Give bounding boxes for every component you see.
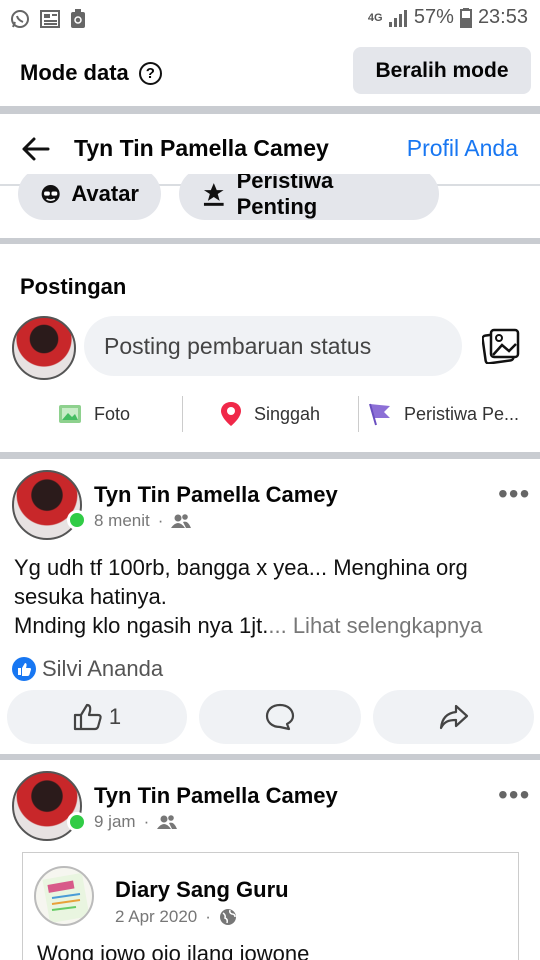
data-mode-title: Mode data (20, 60, 129, 85)
reaction-name: Silvi Ananda (42, 656, 164, 681)
news-icon (40, 10, 60, 28)
share-icon (439, 704, 468, 730)
life-event-icon (203, 183, 224, 206)
more-options-icon[interactable]: ••• (498, 478, 530, 510)
meta-separator: · (143, 812, 150, 831)
status-bar: 4G 57% 23:53 (0, 0, 540, 38)
action-separator (358, 396, 359, 432)
avatar-icon (41, 184, 60, 204)
profile-name: Tyn Tin Pamella Camey (74, 135, 329, 161)
life-event-action[interactable]: Peristiwa Pe... (368, 394, 519, 434)
post-text: Yg udh tf 100rb, bangga x yea... Menghin… (14, 553, 530, 640)
like-button[interactable]: 1 (7, 690, 187, 744)
switch-mode-button[interactable]: Beralih mode (353, 47, 531, 94)
signal-icon (388, 9, 407, 27)
post-meta: 8 menit · (94, 511, 192, 531)
data-mode-title-group: Mode data ? (20, 60, 162, 86)
friends-icon (171, 514, 192, 528)
profile-chips: Avatar Peristiwa Penting (0, 174, 540, 236)
thumbs-up-icon (73, 703, 102, 731)
globe-icon (219, 909, 236, 925)
life-event-label: Peristiwa Pe... (404, 403, 520, 424)
network-type: 4G (367, 11, 383, 24)
chip-label: Peristiwa Penting (236, 174, 334, 219)
post-text-line: Mnding klo ngasih nya 1jt.... Lihat sele… (14, 611, 530, 640)
comment-icon (265, 703, 295, 731)
check-in-action[interactable]: Singgah (220, 394, 320, 434)
your-profile-link[interactable]: Profil Anda (407, 135, 518, 162)
notification-icons (10, 9, 86, 29)
post-meta: 9 jam · (94, 812, 178, 832)
status-update-input[interactable]: Posting pembaruan status (84, 316, 462, 376)
reaction-summary[interactable]: Silvi Ananda (12, 656, 163, 682)
check-in-label: Singgah (254, 403, 321, 424)
back-arrow-icon[interactable] (20, 134, 50, 164)
data-mode-bar: Mode data ? Beralih mode (0, 38, 540, 106)
help-icon[interactable]: ? (138, 61, 162, 85)
recycle-icon (71, 9, 85, 28)
photo-label: Foto (94, 403, 131, 424)
meta-separator: · (205, 907, 211, 926)
more-options-icon[interactable]: ••• (498, 779, 530, 811)
shared-text: Wong jowo ojo ilang jowone (37, 941, 310, 960)
share-button[interactable] (373, 690, 534, 744)
friends-icon (157, 815, 178, 829)
post-time[interactable]: 8 menit (94, 511, 150, 531)
section-divider (0, 452, 540, 459)
post-time[interactable]: 9 jam (94, 812, 136, 832)
thank-you-card-icon (42, 872, 90, 924)
shared-author[interactable]: Diary Sang Guru (115, 877, 289, 903)
online-status-dot (67, 510, 87, 530)
photo-action[interactable]: Foto (58, 394, 130, 434)
shared-date[interactable]: 2 Apr 2020 (115, 907, 197, 927)
post-author[interactable]: Tyn Tin Pamella Camey (94, 783, 338, 809)
posting-section: Postingan Posting pembaruan status Foto … (0, 244, 540, 450)
battery-percent: 57% (413, 6, 454, 28)
shared-page-avatar[interactable] (34, 866, 94, 926)
chip-label: Avatar (71, 181, 139, 206)
see-more-link[interactable]: ... Lihat selengkapnya (268, 613, 482, 638)
shared-post[interactable]: Diary Sang Guru 2 Apr 2020 · Wong jowo o… (22, 852, 519, 960)
post-author[interactable]: Tyn Tin Pamella Camey (94, 482, 338, 508)
avatar-chip[interactable]: Avatar (18, 174, 161, 220)
section-title: Postingan (20, 274, 127, 299)
system-indicators: 4G 57% 23:53 (368, 6, 528, 29)
flag-icon (369, 403, 390, 426)
shared-meta: 2 Apr 2020 · (115, 907, 237, 927)
like-count: 1 (108, 704, 122, 729)
clock: 23:53 (477, 6, 528, 28)
life-event-chip[interactable]: Peristiwa Penting (179, 174, 439, 220)
location-pin-icon (221, 402, 241, 426)
online-status-dot (67, 812, 87, 832)
avatar[interactable] (12, 470, 82, 540)
action-separator (182, 396, 183, 432)
battery-icon (459, 7, 472, 28)
photo-icon (59, 405, 81, 423)
section-divider (0, 754, 540, 760)
avatar[interactable] (12, 316, 76, 380)
meta-separator: · (157, 511, 164, 530)
add-photo-icon[interactable] (482, 328, 520, 364)
compose-actions: Foto Singgah Peristiwa Pe... (0, 394, 540, 434)
whatsapp-icon (11, 10, 29, 28)
comment-button[interactable] (199, 690, 361, 744)
post-text-line: Yg udh tf 100rb, bangga x yea... Menghin… (14, 555, 468, 609)
like-reaction-icon (12, 657, 36, 681)
section-divider (0, 106, 540, 114)
post-text-tail: Mnding klo ngasih nya 1jt. (14, 613, 269, 638)
